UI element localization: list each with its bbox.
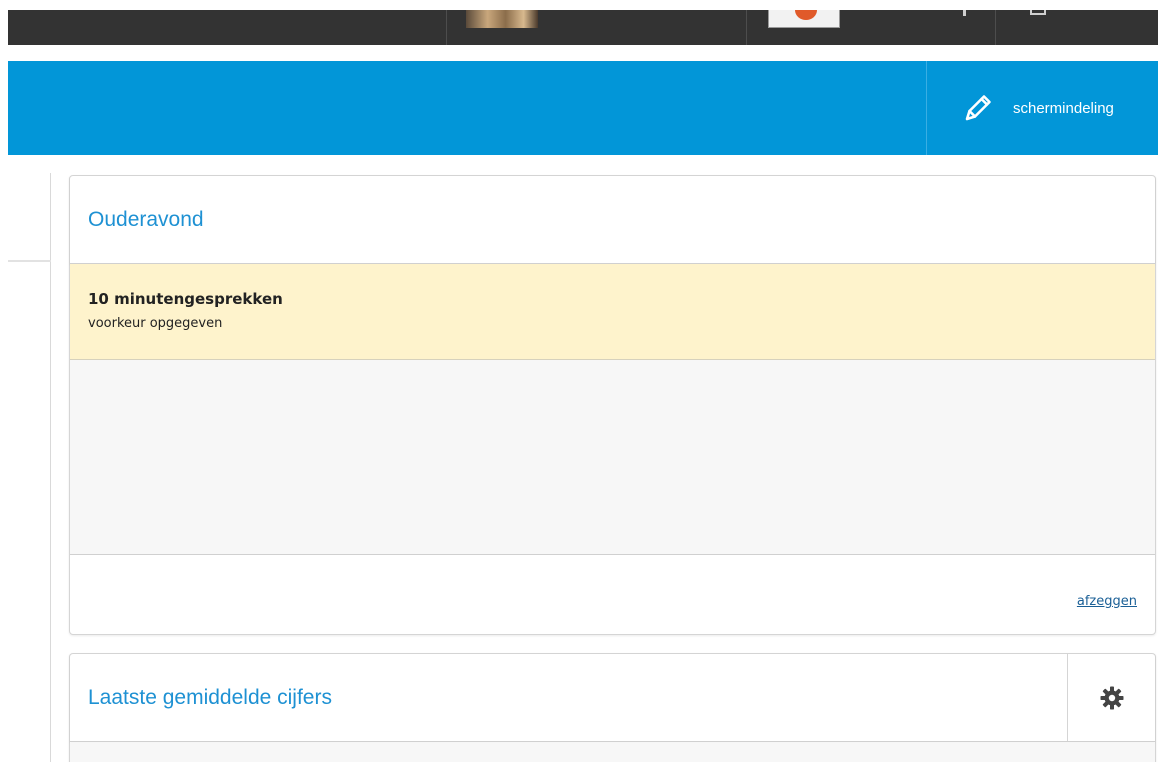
latest-grades-widget: Laatste gemiddelde cijfers xyxy=(69,653,1156,762)
grades-content-area xyxy=(70,743,1155,762)
thumbnail-graphic xyxy=(795,10,817,20)
top-navigation-bar xyxy=(8,10,1158,45)
nav-separator xyxy=(746,10,747,45)
widget-title: Ouderavond xyxy=(88,207,204,231)
cancel-link[interactable]: afzeggen xyxy=(1077,594,1137,609)
nav-icon-fragment[interactable] xyxy=(963,10,966,16)
parent-evening-widget: Ouderavond 10 minutengesprekken voorkeur… xyxy=(69,175,1156,635)
screen-layout-button[interactable]: schermindeling xyxy=(927,61,1158,155)
widget-settings-button[interactable] xyxy=(1067,654,1155,741)
user-avatar[interactable] xyxy=(466,10,538,28)
app-page: schermindeling Ouderavond 10 minutengesp… xyxy=(0,0,1158,762)
widget-header: Laatste gemiddelde cijfers xyxy=(70,654,1155,742)
left-widget-edge xyxy=(8,173,51,762)
widget-header: Ouderavond xyxy=(70,176,1155,264)
widget-content-area xyxy=(70,360,1155,555)
left-widget-header-divider xyxy=(8,260,51,262)
nav-separator xyxy=(995,10,996,45)
screen-layout-label: schermindeling xyxy=(1013,99,1114,117)
widget-footer: afzeggen xyxy=(70,555,1155,633)
pencil-icon xyxy=(965,95,991,121)
gear-icon xyxy=(1100,686,1123,709)
appointment-notice: 10 minutengesprekken voorkeur opgegeven xyxy=(70,264,1155,360)
notice-status: voorkeur opgegeven xyxy=(88,316,223,331)
notice-title: 10 minutengesprekken xyxy=(88,290,283,308)
nav-separator xyxy=(446,10,447,45)
document-icon[interactable] xyxy=(1030,10,1046,15)
widget-title: Laatste gemiddelde cijfers xyxy=(88,685,332,709)
app-thumbnail[interactable] xyxy=(768,10,840,28)
page-header-bar: schermindeling xyxy=(8,61,1158,155)
